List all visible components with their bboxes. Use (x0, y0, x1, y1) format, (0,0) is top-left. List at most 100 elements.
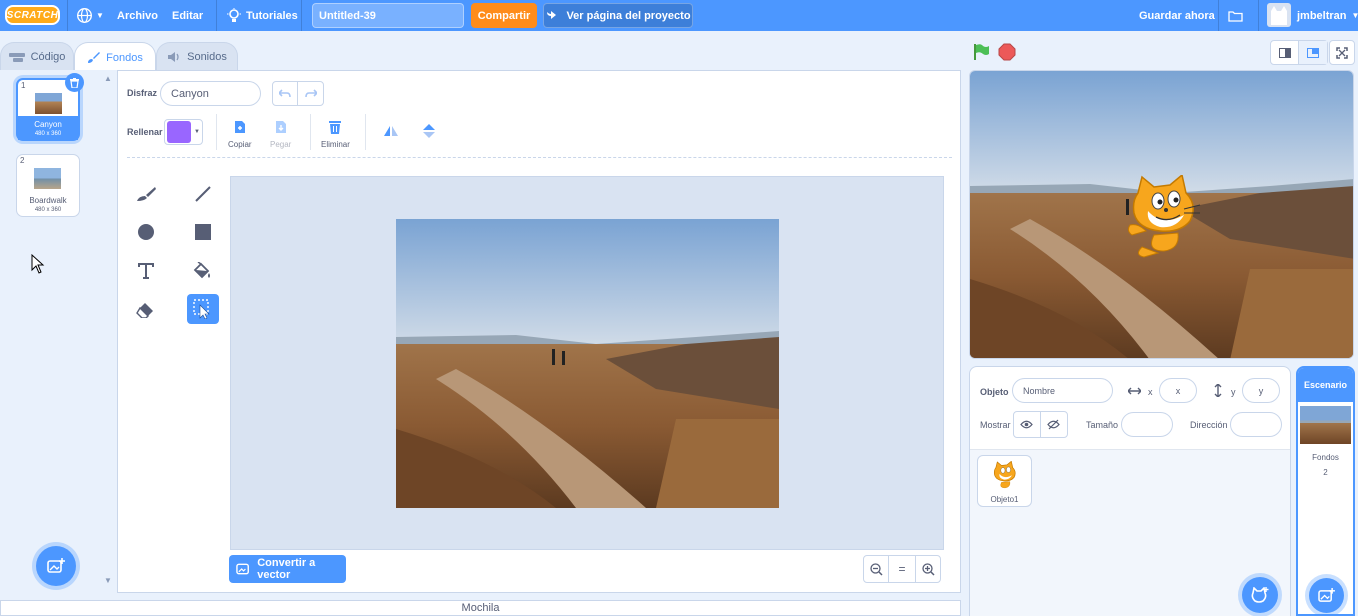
fill-color-picker[interactable]: ▼ (164, 119, 203, 145)
zoom-reset-button[interactable]: = (889, 555, 915, 583)
flip-vertical-icon (423, 124, 435, 138)
backdrops-count: 2 (1323, 468, 1328, 477)
select-icon (193, 299, 210, 319)
scratch-logo[interactable]: SCRATCH (5, 5, 60, 25)
tab-sounds[interactable]: Sonidos (156, 42, 238, 71)
see-project-label: Ver página del proyecto (566, 9, 691, 22)
costume-name: Canyon (34, 120, 62, 129)
copy-icon (234, 121, 245, 133)
redo-button[interactable] (298, 82, 323, 105)
edit-menu[interactable]: Editar (172, 0, 203, 31)
fullscreen-icon (1336, 46, 1348, 59)
brush-tool[interactable] (130, 179, 162, 209)
account-menu[interactable]: jmbeltran ▼ (1297, 0, 1358, 31)
avatar[interactable] (1267, 3, 1291, 27)
costume-size: 480 x 360 (34, 207, 62, 213)
vertical-arrows-icon (1214, 384, 1222, 397)
tab-backdrops[interactable]: Fondos (74, 42, 156, 72)
add-stage-backdrop-button[interactable] (1309, 578, 1344, 613)
flip-vertical-button[interactable] (421, 123, 437, 142)
stage-selector-title: Escenario (1298, 368, 1353, 402)
tutorials-button[interactable]: Tutoriales (227, 0, 298, 31)
language-menu[interactable]: ▼ (76, 0, 104, 31)
select-tool[interactable] (187, 294, 219, 324)
eraser-icon (136, 303, 153, 318)
convert-to-vector-button[interactable]: Convertir a vector (229, 555, 346, 583)
stage-thumbnail (1300, 406, 1351, 444)
convert-to-vector-label: Convertir a vector (257, 557, 316, 581)
line-tool[interactable] (187, 179, 219, 209)
costume-label: Canyon 480 x 360 (18, 116, 78, 140)
green-flag-button[interactable] (972, 43, 990, 64)
large-stage-button[interactable] (1299, 41, 1327, 64)
show-label: Mostrar (980, 420, 1011, 430)
costume-list-scrollbar[interactable]: ▲ ▼ (100, 70, 117, 595)
costume-name-label: Disfraz (127, 88, 158, 98)
rectangle-tool[interactable] (187, 217, 219, 247)
menu-bar: SCRATCH ▼ Archivo Editar Tutoriales Unti… (0, 0, 1358, 31)
flip-horizontal-button[interactable] (383, 124, 399, 141)
sprite-item[interactable]: Objeto1 (977, 455, 1032, 507)
fill-label: Rellenar (127, 127, 163, 137)
direction-input[interactable] (1230, 412, 1282, 437)
trash-icon (329, 121, 342, 134)
undo-redo-group (272, 81, 324, 106)
share-button[interactable]: Compartir (471, 3, 537, 28)
copy-label: Copiar (228, 140, 252, 149)
undo-button[interactable] (273, 82, 299, 105)
code-icon (8, 52, 25, 62)
brush-icon (137, 187, 156, 201)
costume-number: 1 (21, 81, 26, 90)
stage-selector[interactable]: Escenario Fondos 2 (1296, 366, 1355, 616)
costume-item-boardwalk[interactable]: 2 Boardwalk 480 x 360 (16, 154, 80, 217)
stage[interactable] (969, 70, 1354, 359)
stop-icon (998, 43, 1016, 61)
large-stage-icon (1307, 47, 1319, 58)
paste-label: Pegar (270, 140, 292, 149)
costume-name-input[interactable]: Canyon (160, 81, 261, 106)
project-title-input[interactable]: Untitled-39 (312, 3, 464, 28)
caret-down-icon: ▼ (194, 129, 200, 135)
speaker-icon (168, 52, 179, 62)
caret-down-icon: ▼ (1351, 11, 1358, 20)
zoom-in-button[interactable] (915, 555, 941, 583)
backdrops-label: Fondos (1312, 453, 1339, 462)
save-now-button[interactable]: Guardar ahora (1139, 0, 1215, 31)
tab-backdrops-label: Fondos (106, 51, 143, 64)
tab-code[interactable]: Código (0, 42, 74, 71)
add-sprite-button[interactable] (1242, 577, 1278, 613)
fill-tool[interactable] (187, 256, 219, 286)
paste-button[interactable]: Pegar (270, 120, 291, 149)
see-project-page-button[interactable]: Ver página del proyecto (543, 3, 693, 28)
add-backdrop-button[interactable] (36, 546, 76, 586)
copy-button[interactable]: Copiar (228, 120, 252, 149)
x-label: x (1148, 387, 1153, 397)
small-stage-button[interactable] (1271, 41, 1300, 64)
image-plus-icon (47, 558, 65, 573)
cat-avatar-icon (1271, 6, 1287, 25)
fullscreen-button[interactable] (1329, 40, 1355, 65)
backpack[interactable]: Mochila (0, 600, 961, 616)
file-menu[interactable]: Archivo (117, 0, 158, 31)
eye-icon (1020, 420, 1034, 429)
costume-thumbnail (34, 168, 61, 189)
direction-label: Dirección (1190, 420, 1228, 430)
circle-icon (138, 224, 154, 240)
my-stuff-button[interactable] (1228, 0, 1243, 31)
circle-tool[interactable] (130, 217, 162, 247)
x-input[interactable]: x (1159, 378, 1197, 403)
delete-button[interactable]: Eliminar (321, 120, 350, 149)
sprite-name-input[interactable]: Nombre (1012, 378, 1113, 403)
size-input[interactable] (1121, 412, 1173, 437)
cat-plus-icon (1251, 586, 1269, 603)
zoom-out-button[interactable] (863, 555, 889, 583)
see-project-icon (547, 10, 557, 19)
y-input[interactable]: y (1242, 378, 1280, 403)
delete-costume-button[interactable] (65, 73, 84, 92)
eraser-tool[interactable] (130, 295, 162, 325)
show-sprite-button[interactable] (1014, 412, 1041, 437)
stop-button[interactable] (998, 43, 1016, 64)
hide-sprite-button[interactable] (1041, 412, 1067, 437)
flip-horizontal-icon (384, 126, 398, 136)
text-tool[interactable] (130, 256, 162, 286)
